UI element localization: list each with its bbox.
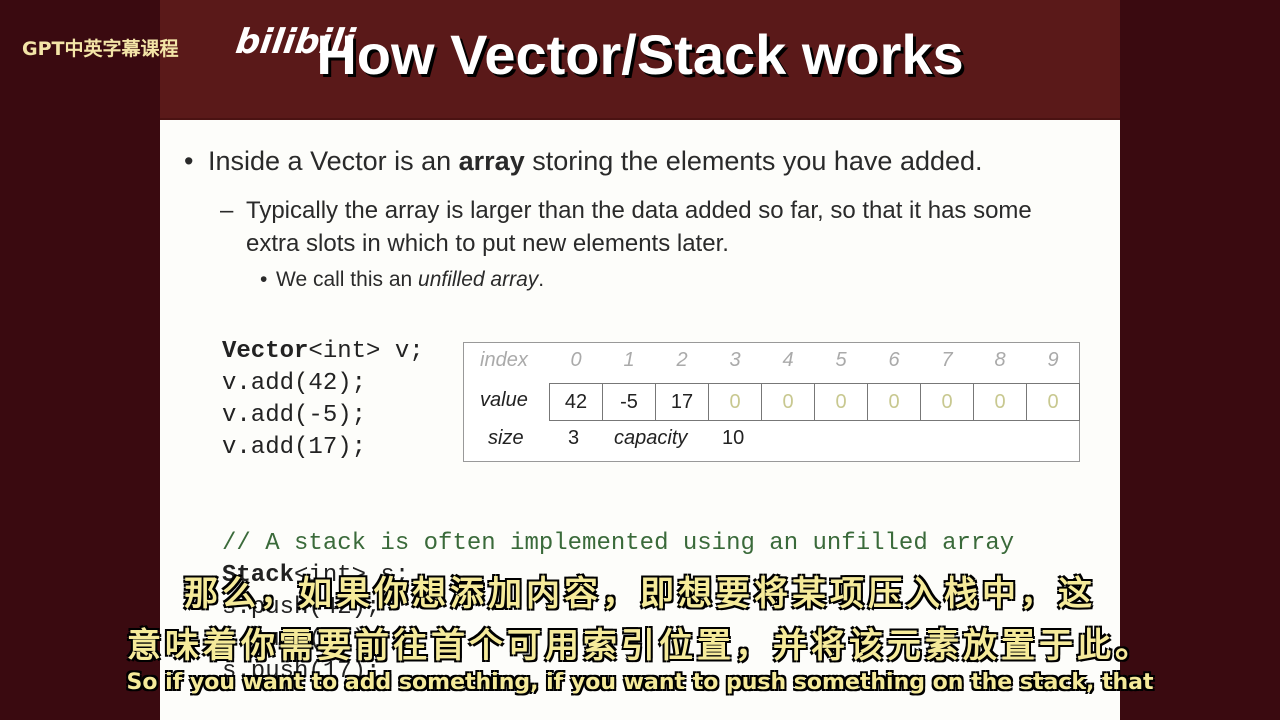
array-index: 7 xyxy=(941,349,953,371)
array-diagram: index value size 3 capacity 10 0 1 2 3 4 5 6 7 8… xyxy=(463,342,1080,462)
subtitle-cn-line2: 意味着你需要前往首个可用索引位置，并将该元素放置于此。 xyxy=(127,626,1153,666)
bullet3-italic: unfilled array xyxy=(418,268,539,291)
size-label: size xyxy=(488,427,524,449)
bullet-dash-icon: – xyxy=(220,197,234,224)
value-label: value xyxy=(480,389,528,411)
bullet-dot-icon: • xyxy=(184,146,194,176)
array-cell: 0 xyxy=(814,383,868,421)
bullet1-text-b: storing the elements you have added. xyxy=(524,146,983,176)
bullet1-text: Inside a Vector is an array storing the … xyxy=(208,146,983,177)
bullet3-text: We call this an unfilled array. xyxy=(276,268,544,292)
index-label: index xyxy=(480,349,528,371)
watermark-text: GPT中英字幕课程 xyxy=(22,38,179,60)
subtitle-cn-line1: 那么，如果你想添加内容，即想要将某项压入栈中，这 xyxy=(184,574,1096,614)
code-line: v.add(17); xyxy=(222,434,367,461)
array-index: 4 xyxy=(782,349,794,371)
array-index: 9 xyxy=(1047,349,1059,371)
bullet2-text: Typically the array is larger than the d… xyxy=(246,197,1032,257)
array-cell: -5 xyxy=(602,383,656,421)
array-index: 5 xyxy=(835,349,847,371)
array-index: 2 xyxy=(676,349,688,371)
array-index: 0 xyxy=(570,349,582,371)
array-index: 6 xyxy=(888,349,900,371)
code-line: v.add(-5); xyxy=(222,402,367,429)
bullet3-text-a: We call this an xyxy=(276,268,419,291)
array-cell: 0 xyxy=(973,383,1027,421)
array-index: 1 xyxy=(623,349,635,371)
bullet3-text-b: . xyxy=(538,268,545,291)
array-index: 8 xyxy=(994,349,1006,371)
bullet-dot-icon: • xyxy=(260,268,268,291)
array-cell: 0 xyxy=(920,383,974,421)
size-value: 3 xyxy=(568,427,580,449)
capacity-value: 10 xyxy=(722,427,745,449)
array-index: 3 xyxy=(729,349,741,371)
code-line: <int> v; xyxy=(308,338,424,365)
code-keyword: Vector xyxy=(222,338,309,365)
array-cell: 42 xyxy=(549,383,603,421)
array-cell: 0 xyxy=(708,383,762,421)
code-comment: // A stack is often implemented using an… xyxy=(222,530,1015,557)
bullet1-bold: array xyxy=(458,146,525,176)
array-cell: 0 xyxy=(1026,383,1080,421)
bullet1-text-a: Inside a Vector is an xyxy=(208,146,459,176)
bilibili-logo: bilibili xyxy=(233,22,358,62)
capacity-label: capacity xyxy=(614,427,688,449)
array-cell: 0 xyxy=(761,383,815,421)
array-cell: 17 xyxy=(655,383,709,421)
array-cell: 0 xyxy=(867,383,921,421)
subtitle-en-line: So if you want to add something, if you … xyxy=(126,670,1154,695)
code-line: v.add(42); xyxy=(222,370,367,397)
